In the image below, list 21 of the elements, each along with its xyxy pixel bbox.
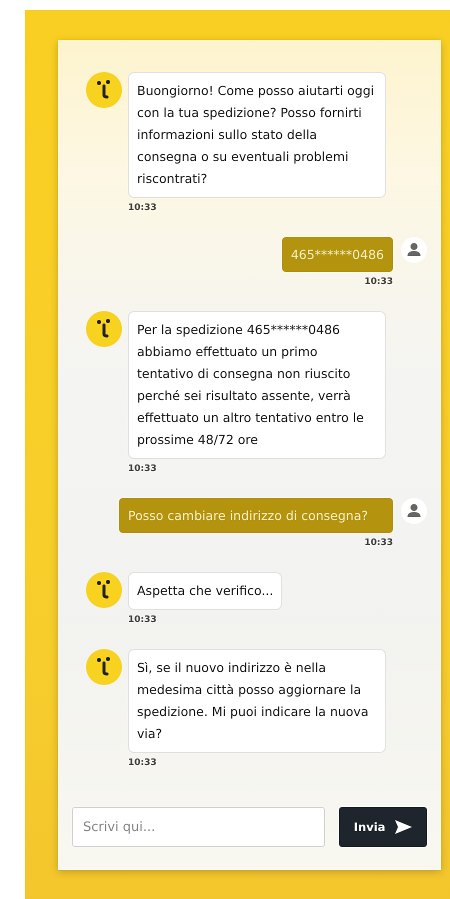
user-message: Posso cambiare indirizzo di consegna? [119,498,393,533]
send-button[interactable]: Invia [339,807,427,847]
smiley-avatar-icon [86,649,122,685]
bot-message: Sì, se il nuovo indirizzo è nella medesima città posso aggiornare la spedizione. Mi puoi indicare la nuova via? [128,649,386,753]
bot-message: Buongiorno! Come posso aiutarti oggi con la tua spedizione? Posso fornirti informazioni sullo stato della consegna o su eventuali problemi riscontrati? [128,72,386,198]
user-avatar-icon [401,237,427,263]
message-time: 10:33 [128,615,158,625]
message-input[interactable]: Scrivi qui... [72,807,326,847]
bot-message: Aspetta che verifico... [128,572,282,610]
user-avatar-icon [401,498,427,524]
bot-message: Per la spedizione 465******0486 abbiamo effettuato un primo tentativo di consegna non riuscito perché sei risultato assente, verrà effettuato un altro tentativo entro le prossime 48/72 ore [128,311,386,459]
message-time: 10:33 [364,538,393,548]
send-icon [395,820,412,834]
smiley-avatar-icon [86,72,122,108]
message-time: 10:33 [128,758,158,768]
user-message: 465******0486 [282,237,393,272]
message-time: 10:33 [128,203,158,213]
smiley-avatar-icon [86,572,122,608]
message-time: 10:33 [364,277,393,287]
smiley-avatar-icon [86,311,122,347]
message-time: 10:33 [128,464,158,474]
